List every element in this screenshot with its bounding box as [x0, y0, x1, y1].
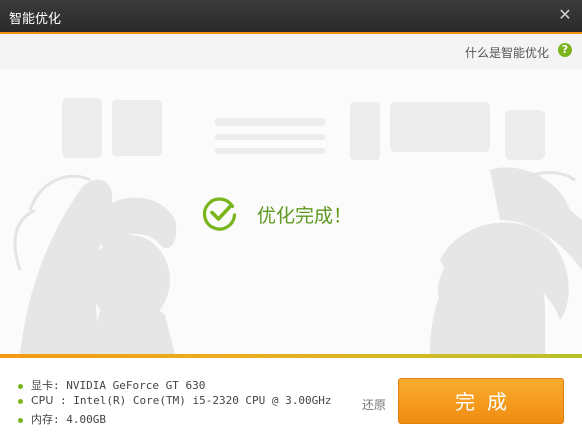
- spec-label: 显卡: [31, 379, 53, 392]
- title-bar: 智能优化 ✕: [0, 0, 582, 32]
- restore-link[interactable]: 还原: [362, 396, 386, 413]
- bullet-icon: [18, 417, 23, 423]
- spec-cpu: CPU : Intel(R) Core(TM) i5-2320 CPU @ 3.…: [18, 394, 332, 410]
- spec-separator: :: [53, 379, 67, 392]
- spec-separator: :: [53, 413, 67, 426]
- spec-memory: 内存: 4.00GB: [18, 411, 106, 427]
- window-title: 智能优化: [9, 12, 62, 27]
- close-icon[interactable]: ✕: [556, 6, 574, 24]
- spec-value: Intel(R) Core(TM) i5-2320 CPU @ 3.00GHz: [73, 394, 332, 407]
- spec-value: 4.00GB: [66, 413, 106, 426]
- bullet-icon: [18, 383, 23, 389]
- check-circle-icon: [202, 197, 237, 231]
- bullet-icon: [18, 398, 23, 404]
- result-message: 优化完成！: [257, 205, 353, 227]
- spec-value: NVIDIA GeForce GT 630: [66, 379, 206, 392]
- bottom-panel: 显卡: NVIDIA GeForce GT 630 CPU : Intel(R)…: [0, 358, 582, 443]
- spec-label: 内存: [31, 413, 53, 426]
- help-link[interactable]: 什么是智能优化: [465, 44, 549, 61]
- spec-gpu: 显卡: NVIDIA GeForce GT 630: [18, 377, 205, 393]
- spec-label: CPU: [31, 394, 54, 407]
- help-icon[interactable]: ?: [558, 43, 572, 57]
- info-bar: 什么是智能优化 ?: [0, 34, 582, 70]
- spec-separator: :: [53, 394, 74, 407]
- finish-button[interactable]: 完成: [398, 378, 564, 424]
